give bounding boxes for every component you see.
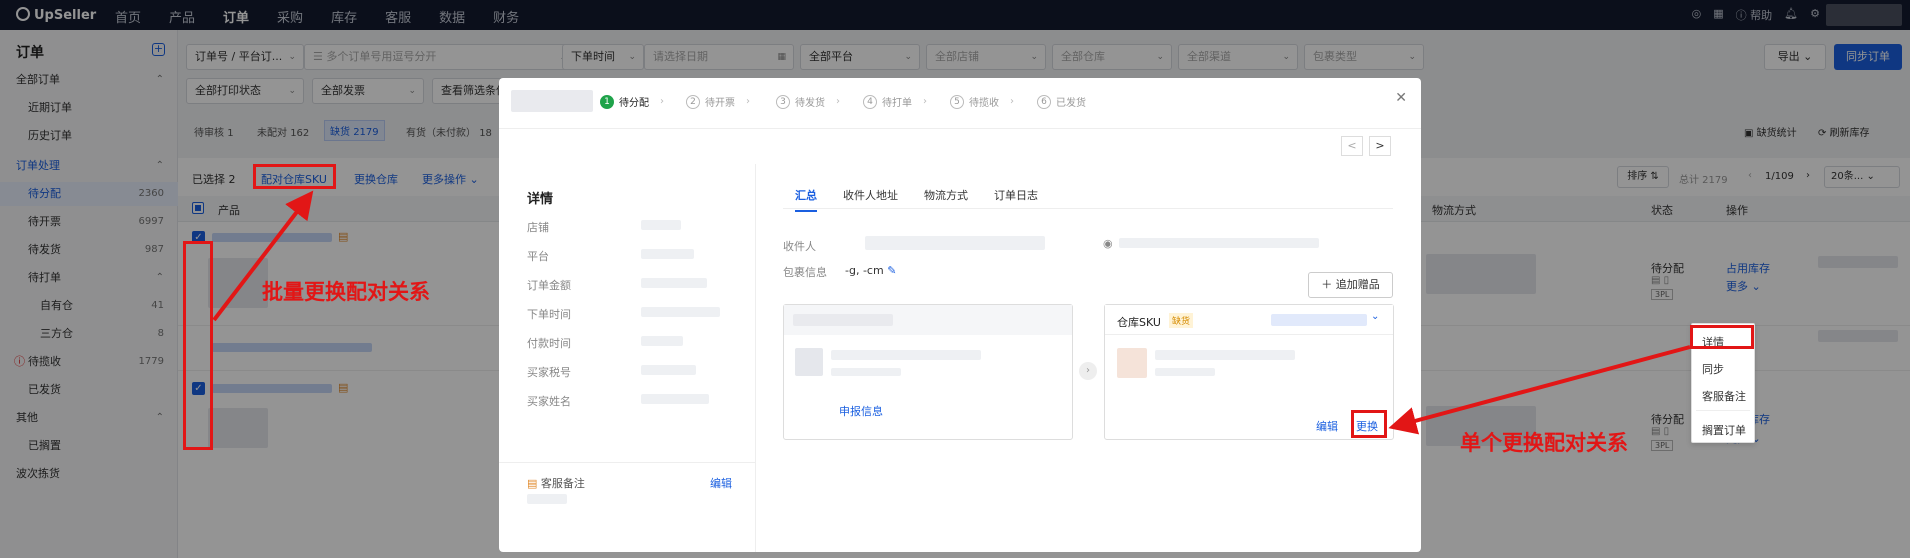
arrow-to-change <box>1388 345 1691 435</box>
arrow-to-pair-sku <box>212 190 314 322</box>
annotation-arrows <box>212 190 1691 435</box>
